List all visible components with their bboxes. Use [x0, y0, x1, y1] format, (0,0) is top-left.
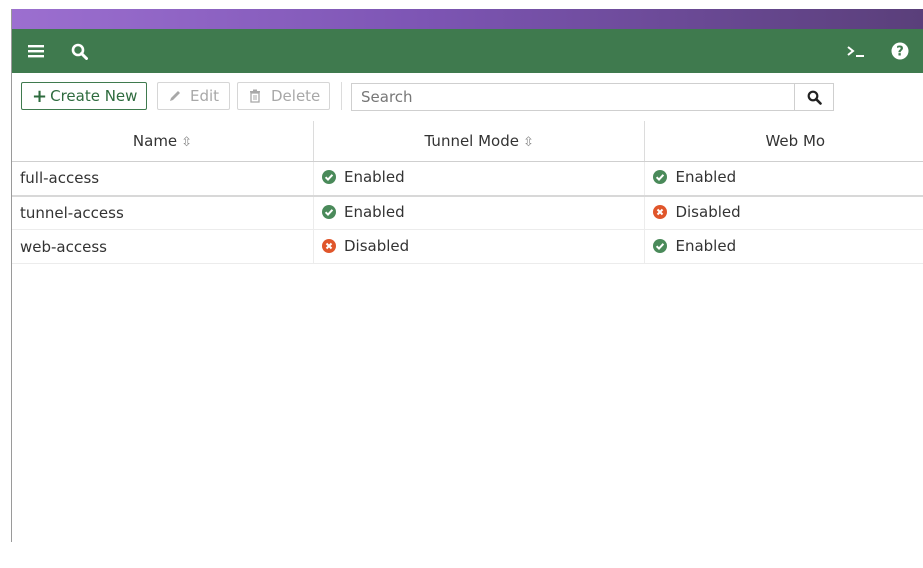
column-header-name[interactable]: Name ⇳ — [12, 121, 314, 162]
table-row[interactable]: web-access Disabled Enabled — [12, 229, 923, 264]
check-circle-icon — [321, 204, 336, 219]
delete-label: Delete — [271, 87, 321, 105]
table-row[interactable]: full-access Enabled Enabled — [12, 161, 923, 197]
cell-tunnel-mode: Enabled — [313, 161, 646, 197]
search-icon[interactable] — [67, 29, 91, 73]
toolbar-divider — [341, 82, 342, 110]
svg-text:?: ? — [896, 45, 904, 60]
cell-web-mode: Enabled — [644, 229, 923, 264]
sort-icon: ⇳ — [181, 135, 193, 150]
status-label: Enabled — [343, 168, 405, 187]
hamburger-menu-icon[interactable] — [24, 29, 48, 73]
column-header-name-label: Name — [132, 132, 178, 150]
check-circle-icon — [653, 170, 668, 185]
cell-tunnel-mode: Enabled — [313, 195, 646, 230]
status-label: Disabled — [675, 202, 741, 221]
x-circle-icon — [321, 238, 336, 253]
cell-web-mode: Enabled — [644, 161, 923, 197]
cell-name: tunnel-access — [12, 195, 314, 230]
status-label: Enabled — [675, 236, 737, 255]
column-header-web-label: Web Mo — [765, 132, 826, 150]
top-gradient-bar — [12, 9, 923, 29]
column-header-tunnel-mode[interactable]: Tunnel Mode ⇳ — [313, 121, 646, 162]
table-header-row: Name ⇳ Tunnel Mode ⇳ Web Mo — [12, 121, 923, 162]
cell-tunnel-mode: Disabled — [313, 229, 646, 264]
check-circle-icon — [653, 238, 668, 253]
help-icon[interactable]: ? — [888, 29, 912, 73]
cell-name: web-access — [12, 229, 314, 264]
status-label: Enabled — [343, 202, 405, 221]
cell-name: full-access — [12, 161, 314, 197]
check-circle-icon — [321, 170, 336, 185]
create-new-label: Create New — [50, 87, 138, 105]
sort-icon: ⇳ — [523, 135, 534, 150]
create-new-button[interactable]: + Create New — [21, 82, 147, 110]
plus-icon: + — [32, 85, 48, 107]
delete-button[interactable]: Delete — [237, 82, 330, 110]
edit-label: Edit — [190, 87, 220, 105]
search-icon — [807, 90, 822, 105]
status-label: Disabled — [343, 236, 410, 255]
search-button[interactable] — [794, 84, 833, 110]
search-box — [351, 83, 834, 111]
pencil-icon — [170, 91, 180, 101]
table-row[interactable]: tunnel-access Enabled Disabled — [12, 195, 923, 230]
trash-icon — [250, 89, 260, 103]
search-input[interactable] — [352, 84, 795, 110]
status-label: Enabled — [675, 168, 737, 187]
column-header-web-mode[interactable]: Web Mo — [644, 121, 923, 162]
toolbar: + Create New Edit Delete — [12, 73, 923, 122]
app-frame: ? + Create New Edit Delete Name⇳ Tu — [11, 9, 923, 542]
top-nav-bar: ? — [12, 29, 923, 73]
profiles-table: Name ⇳ Tunnel Mode ⇳ Web Mo full-access En… — [12, 121, 923, 264]
cell-web-mode: Disabled — [644, 195, 923, 230]
cli-console-icon[interactable] — [844, 29, 868, 73]
x-circle-icon — [653, 204, 668, 219]
edit-button[interactable]: Edit — [157, 82, 230, 110]
column-header-tunnel-label: Tunnel Mode — [424, 132, 519, 150]
